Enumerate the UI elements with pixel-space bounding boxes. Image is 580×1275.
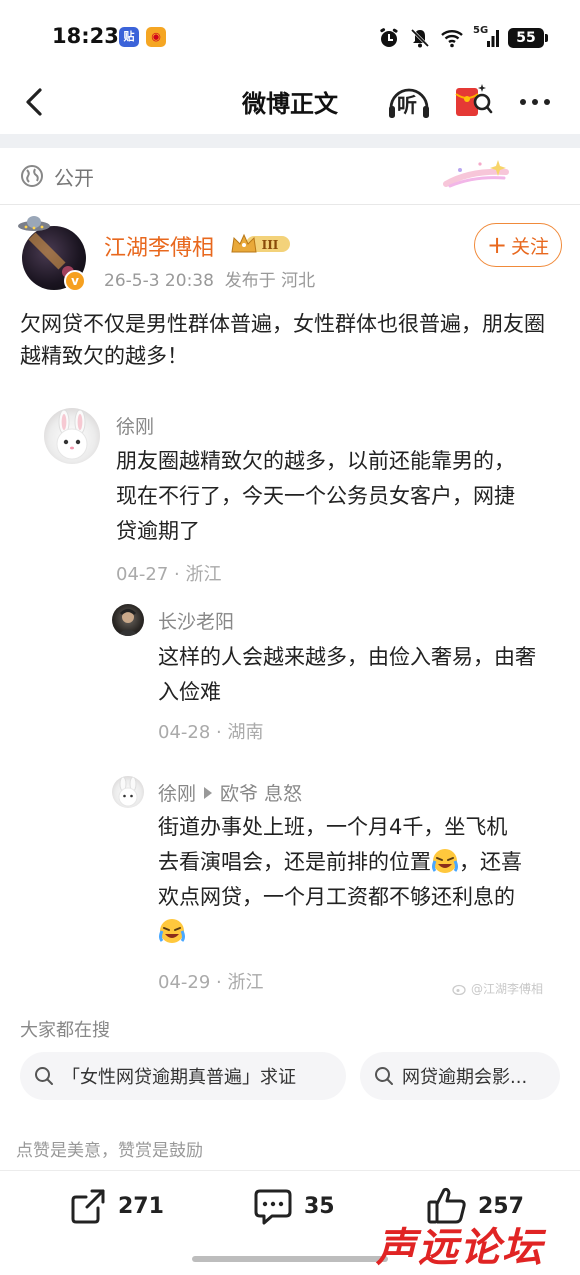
status-icons: 5G 55	[378, 25, 548, 50]
follow-button[interactable]: + 关注	[474, 223, 562, 267]
share-count: 271	[118, 1193, 164, 1219]
ufo-icon	[18, 216, 50, 231]
author-name[interactable]: 江湖李傅相	[104, 230, 214, 262]
reply-to-username[interactable]: 欧爷 息怒	[220, 783, 302, 805]
battery-icon: 55	[508, 28, 548, 48]
forum-logo: 声远论坛	[376, 1225, 544, 1271]
status-time: 18:23	[52, 24, 119, 48]
reply-meta: 04-28 · 湖南	[158, 722, 264, 743]
status-bar: 18:23 贴 ◉ 5G 55	[0, 0, 580, 70]
section-divider	[0, 134, 580, 148]
visibility-row: 公开	[20, 160, 94, 192]
post-text: 欠网贷不仅是男性群体普遍，女性群体也很普遍，朋友圈越精致欠的越多！	[20, 312, 545, 368]
search-icon	[35, 1067, 53, 1085]
comment-count: 35	[304, 1193, 335, 1219]
encourage-text: 点赞是美意，赞赏是鼓励	[16, 1141, 203, 1161]
search-chip-label: 「女性网贷逾期真普遍」求证	[62, 1067, 296, 1088]
search-chip-label: 网贷逾期会影...	[402, 1067, 528, 1088]
like-count: 257	[478, 1193, 524, 1219]
home-indicator[interactable]	[192, 1256, 388, 1262]
crying-laughing-emoji-icon	[432, 849, 458, 873]
alarm-icon	[380, 28, 398, 47]
globe-icon	[21, 165, 43, 187]
crown-level-badge-icon: III	[231, 233, 290, 253]
post-date: 26-5-3 20:38	[104, 271, 214, 291]
author-avatar[interactable]: v	[16, 212, 96, 296]
comment-button[interactable]: 35	[252, 1182, 335, 1230]
wifi-icon	[441, 30, 463, 48]
red-packet-button[interactable]	[452, 80, 494, 122]
visibility-label: 公开	[54, 165, 94, 190]
post-meta: 26-5-3 20:38 发布于 河北	[104, 266, 315, 291]
reply-username[interactable]: 徐刚	[158, 783, 196, 805]
weibo-logo-icon	[452, 984, 466, 995]
share-icon	[71, 1189, 105, 1224]
listen-label: 听	[397, 93, 417, 117]
search-icon	[375, 1067, 393, 1085]
mute-bell-icon	[410, 28, 430, 48]
cell-signal-icon: 5G	[473, 25, 499, 49]
search-chip[interactable]: 网贷逾期会影...	[360, 1052, 560, 1100]
commenter-avatar[interactable]	[44, 408, 100, 464]
trending-search-title: 大家都在搜	[20, 1020, 110, 1041]
share-button[interactable]: 271	[68, 1182, 164, 1230]
nav-bar: 微博正文 听	[0, 70, 580, 134]
comment-username[interactable]: 徐刚	[116, 412, 154, 439]
badge-level: III	[262, 238, 279, 252]
reply-text: 街道办事处上班，一个月4千，坐飞机去看演唱会，还是前排的位置 ，还喜欢点网贷，一个…	[158, 810, 528, 950]
reply-username[interactable]: 长沙老阳	[158, 607, 234, 634]
tieba-icon: 贴	[119, 27, 139, 47]
search-chip[interactable]: 「女性网贷逾期真普遍」求证	[20, 1052, 346, 1100]
red-packet-icon	[455, 84, 493, 116]
listen-button[interactable]: 听	[386, 82, 432, 122]
reply-text: 这样的人会越来越多，由俭入奢易，由奢入俭难	[158, 645, 536, 704]
watermark-text: @江湖李傅相	[471, 982, 544, 996]
more-dots-icon	[520, 99, 550, 105]
verified-badge: v	[64, 270, 86, 292]
reply-meta: 04-29 · 浙江	[158, 972, 264, 993]
reply-avatar[interactable]	[112, 604, 144, 636]
divider	[0, 204, 580, 205]
more-options-button[interactable]	[515, 84, 555, 120]
weibo-icon: ◉	[146, 27, 166, 47]
plus-icon: +	[486, 231, 508, 259]
sparkle-decoration-icon	[443, 160, 509, 188]
follow-label: 关注	[511, 235, 550, 258]
comment-meta: 04-27 · 浙江	[116, 564, 222, 585]
comment-icon	[254, 1189, 292, 1225]
reply-username-line: 徐刚 欧爷 息怒	[158, 779, 302, 806]
like-button[interactable]: 257	[426, 1182, 524, 1230]
reply-avatar[interactable]	[112, 776, 144, 808]
crying-laughing-emoji-icon	[159, 919, 185, 943]
post-location: 发布于 河北	[224, 271, 316, 291]
reply-arrow-icon	[204, 787, 213, 799]
comment-text: 朋友圈越精致欠的越多，以前还能靠男的，现在不行了，今天一个公务员女客户，网捷贷逾…	[116, 449, 515, 543]
divider	[0, 1170, 580, 1171]
weibo-watermark: @江湖李傅相	[452, 980, 543, 997]
thumbs-up-icon	[427, 1187, 466, 1224]
